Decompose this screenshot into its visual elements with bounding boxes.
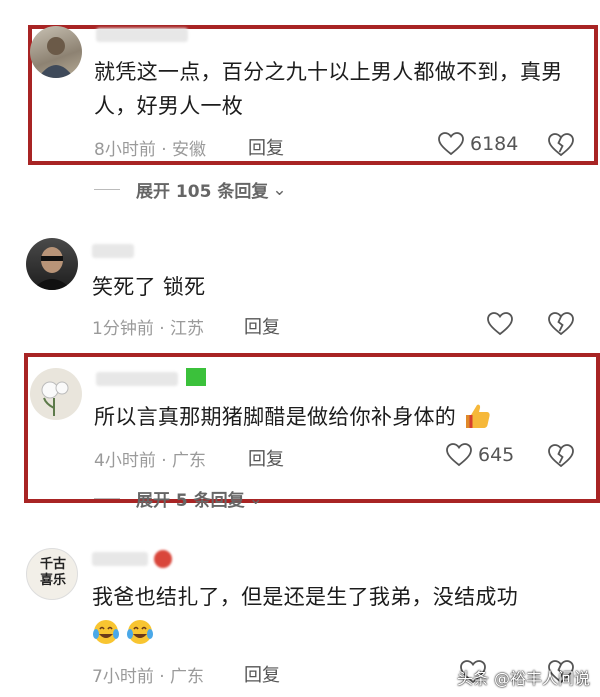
dislike-button[interactable] — [548, 444, 574, 468]
avatar[interactable] — [26, 238, 78, 290]
comment-1: 就凭这一点，百分之九十以上男人都做不到，真男人，好男人一枚 8小时前 · 安徽 … — [0, 0, 600, 210]
comment-text: 就凭这一点，百分之九十以上男人都做不到，真男人，好男人一枚 — [94, 60, 563, 118]
expand-replies-label: 展开 5 条回复 — [136, 491, 245, 511]
avatar-photo — [38, 37, 74, 78]
avatar[interactable] — [30, 26, 82, 78]
expand-replies-label: 展开 105 条回复 — [136, 182, 269, 202]
heart-outline-icon — [446, 443, 472, 467]
reply-button[interactable]: 回复 — [244, 313, 280, 339]
crying-laughing-emoji — [127, 620, 153, 644]
broken-heart-icon — [548, 133, 574, 157]
comment-text: 我爸也结扎了，但是还是生了我弟，没结成功 — [92, 585, 518, 609]
comment-2: 笑死了 锁死 1分钟前 · 江苏 回复 — [0, 230, 600, 350]
like-button[interactable]: 645 — [446, 443, 514, 467]
comment-text: 所以言真那期猪脚醋是做给你补身体的 — [94, 400, 574, 434]
avatar[interactable]: 千古 喜乐 — [26, 548, 78, 600]
heart-outline-icon — [487, 312, 513, 336]
watermark: 头条 @裕丰人间说 — [456, 669, 590, 688]
broken-heart-icon — [548, 444, 574, 468]
avatar-calligraphy: 千古 喜乐 — [39, 557, 66, 588]
dislike-button[interactable] — [548, 312, 574, 336]
user-badge — [154, 550, 172, 568]
comment-meta: 1分钟前 · 江苏 — [92, 319, 205, 339]
expand-replies-button[interactable]: 展开 105 条回复 ⌄ — [94, 177, 287, 202]
username[interactable] — [96, 28, 188, 42]
reply-button[interactable]: 回复 — [244, 661, 280, 687]
dislike-button[interactable] — [548, 133, 574, 157]
comment-meta: 4小时前 · 广东 — [94, 451, 207, 471]
username[interactable] — [96, 372, 178, 386]
crying-laughing-emoji — [93, 620, 119, 644]
comment-meta: 7小时前 · 广东 — [92, 667, 205, 687]
avatar-photo — [41, 381, 69, 416]
expand-replies-button[interactable]: 展开 5 条回复 ⌄ — [94, 486, 263, 511]
divider-line — [94, 189, 120, 190]
like-count: 6184 — [470, 133, 519, 155]
comment-text-body: 所以言真那期猪脚醋是做给你补身体的 — [94, 405, 457, 429]
broken-heart-icon — [548, 312, 574, 336]
chevron-down-icon: ⌄ — [248, 488, 263, 509]
comment-3: 所以言真那期猪脚醋是做给你补身体的 4小时前 · 广东 回复 645 展开 5 … — [0, 360, 600, 520]
reply-button[interactable]: 回复 — [248, 445, 284, 471]
heart-outline-icon — [438, 132, 464, 156]
avatar-photo — [32, 247, 72, 290]
like-button[interactable]: 6184 — [438, 132, 518, 156]
comment-text: 笑死了 锁死 — [92, 275, 206, 299]
user-badge — [186, 368, 206, 386]
divider-line — [94, 498, 120, 499]
username[interactable] — [92, 552, 148, 566]
thumbs-up-emoji — [466, 404, 490, 428]
reply-button[interactable]: 回复 — [248, 134, 284, 160]
like-button[interactable] — [487, 312, 513, 336]
avatar[interactable] — [30, 368, 82, 420]
comment-meta: 8小时前 · 安徽 — [94, 140, 207, 160]
like-count: 645 — [478, 444, 515, 466]
comment-emojis — [92, 618, 154, 646]
chevron-down-icon: ⌄ — [272, 179, 287, 200]
username[interactable] — [92, 244, 134, 258]
